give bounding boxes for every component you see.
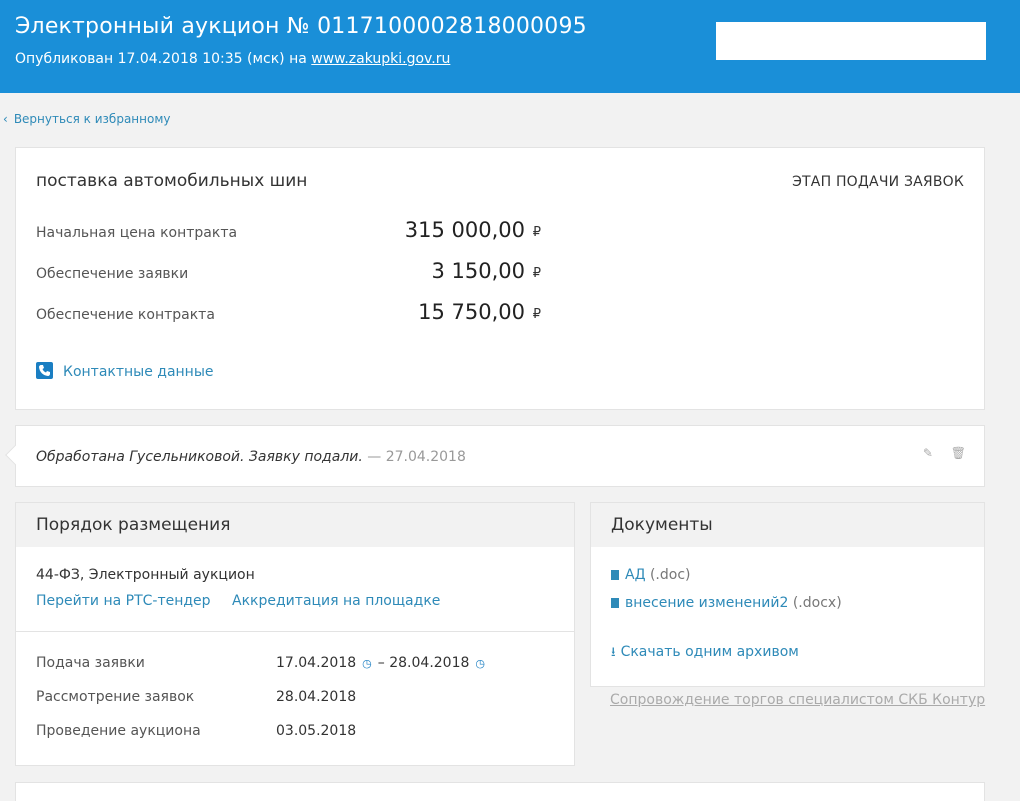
documents-title: Документы: [611, 515, 713, 535]
order-links: Перейти на РТС-тендер Аккредитация на пл…: [36, 593, 440, 609]
note-text: Обработана Гусельниковой. Заявку подали.…: [36, 449, 466, 465]
ruble-icon: ₽: [532, 266, 541, 281]
purchase-title: поставка автомобильных шин: [36, 171, 308, 191]
note-actions: ✎ 🗑: [909, 446, 966, 460]
submission-start: 17.04.2018: [276, 655, 357, 671]
clock-icon: ◷: [362, 657, 372, 670]
stage-badge: ЭТАП ПОДАЧИ ЗАЯВОК: [792, 174, 964, 190]
schedule-value: 17.04.2018 ◷ – 28.04.2018 ◷: [276, 655, 491, 671]
header: Электронный аукцион № 011710000281800009…: [0, 0, 1020, 93]
document-ext: (.doc): [649, 567, 691, 583]
price-row-bid-security: Обеспечение заявки 3 150,00 ₽: [36, 259, 541, 287]
price-label: Обеспечение заявки: [36, 266, 189, 282]
contacts-link[interactable]: Контактные данные: [36, 362, 214, 380]
note-body: Обработана Гусельниковой. Заявку подали.: [36, 449, 363, 465]
schedule-value: 03.05.2018: [276, 723, 357, 739]
back-to-favorites-link[interactable]: ‹ Вернуться к избранному: [3, 112, 171, 126]
ruble-icon: ₽: [532, 225, 541, 240]
note-date: — 27.04.2018: [367, 449, 466, 465]
price-row-initial: Начальная цена контракта 315 000,00 ₽: [36, 218, 541, 246]
schedule-label: Подача заявки: [36, 655, 145, 671]
document-link[interactable]: АД (.doc): [611, 567, 691, 583]
phone-icon: [36, 362, 53, 379]
chevron-left-icon: ‹: [3, 112, 8, 126]
placement-order-title: Порядок размещения: [36, 515, 231, 535]
summary-card: поставка автомобильных шин ЭТАП ПОДАЧИ З…: [15, 147, 985, 410]
clock-icon: ◷: [475, 657, 486, 670]
schedule-value: 28.04.2018: [276, 689, 357, 705]
placement-order-card: Порядок размещения 44-ФЗ, Электронный ау…: [15, 502, 575, 766]
back-link-label: Вернуться к избранному: [13, 112, 171, 126]
pencil-icon[interactable]: ✎: [923, 446, 933, 460]
ruble-icon: ₽: [532, 307, 541, 322]
support-link[interactable]: Сопровождение торгов специалистом СКБ Ко…: [610, 692, 985, 708]
zakupki-link[interactable]: www.zakupki.gov.ru: [311, 51, 450, 67]
price-value: 3 150,00: [431, 259, 525, 283]
documents-card: Документы АД (.doc) внесение изменений2 …: [590, 502, 985, 687]
schedule-label: Проведение аукциона: [36, 723, 201, 739]
price-value: 315 000,00: [404, 218, 525, 242]
price-row-contract-security: Обеспечение контракта 15 750,00 ₽: [36, 300, 541, 328]
download-archive-label: Скачать одним архивом: [620, 644, 799, 660]
price-label: Обеспечение контракта: [36, 307, 215, 323]
accreditation-link[interactable]: Аккредитация на площадке: [232, 593, 440, 609]
download-icon: ⭳: [611, 645, 616, 660]
card-header: Порядок размещения: [16, 503, 574, 547]
header-white-box: [716, 22, 986, 60]
published-text: Опубликован 17.04.2018 10:35 (мск) на: [15, 51, 307, 67]
contacts-label: Контактные данные: [63, 364, 214, 380]
next-section-card: [15, 782, 985, 801]
file-icon: [611, 598, 619, 608]
price-label: Начальная цена контракта: [36, 225, 238, 241]
file-icon: [611, 570, 619, 580]
rts-tender-link[interactable]: Перейти на РТС-тендер: [36, 593, 211, 609]
document-name: АД: [625, 567, 646, 583]
submission-end: 28.04.2018: [389, 655, 470, 671]
page-title: Электронный аукцион № 011710000281800009…: [15, 14, 587, 39]
schedule-label: Рассмотрение заявок: [36, 689, 195, 705]
law-type: 44-ФЗ, Электронный аукцион: [36, 567, 255, 583]
published-info: Опубликован 17.04.2018 10:35 (мск) на ww…: [15, 51, 450, 67]
date-dash: –: [377, 655, 385, 671]
note-card: Обработана Гусельниковой. Заявку подали.…: [5, 425, 985, 487]
document-name: внесение изменений2: [625, 595, 789, 611]
card-header: Документы: [591, 503, 984, 547]
note-pointer: [5, 445, 25, 465]
divider: [16, 631, 574, 632]
download-archive-link[interactable]: ⭳ Скачать одним архивом: [611, 643, 799, 665]
price-value: 15 750,00: [418, 300, 525, 324]
trash-icon[interactable]: 🗑: [951, 446, 966, 460]
document-ext: (.docx): [792, 595, 842, 611]
document-link[interactable]: внесение изменений2 (.docx): [611, 595, 842, 611]
